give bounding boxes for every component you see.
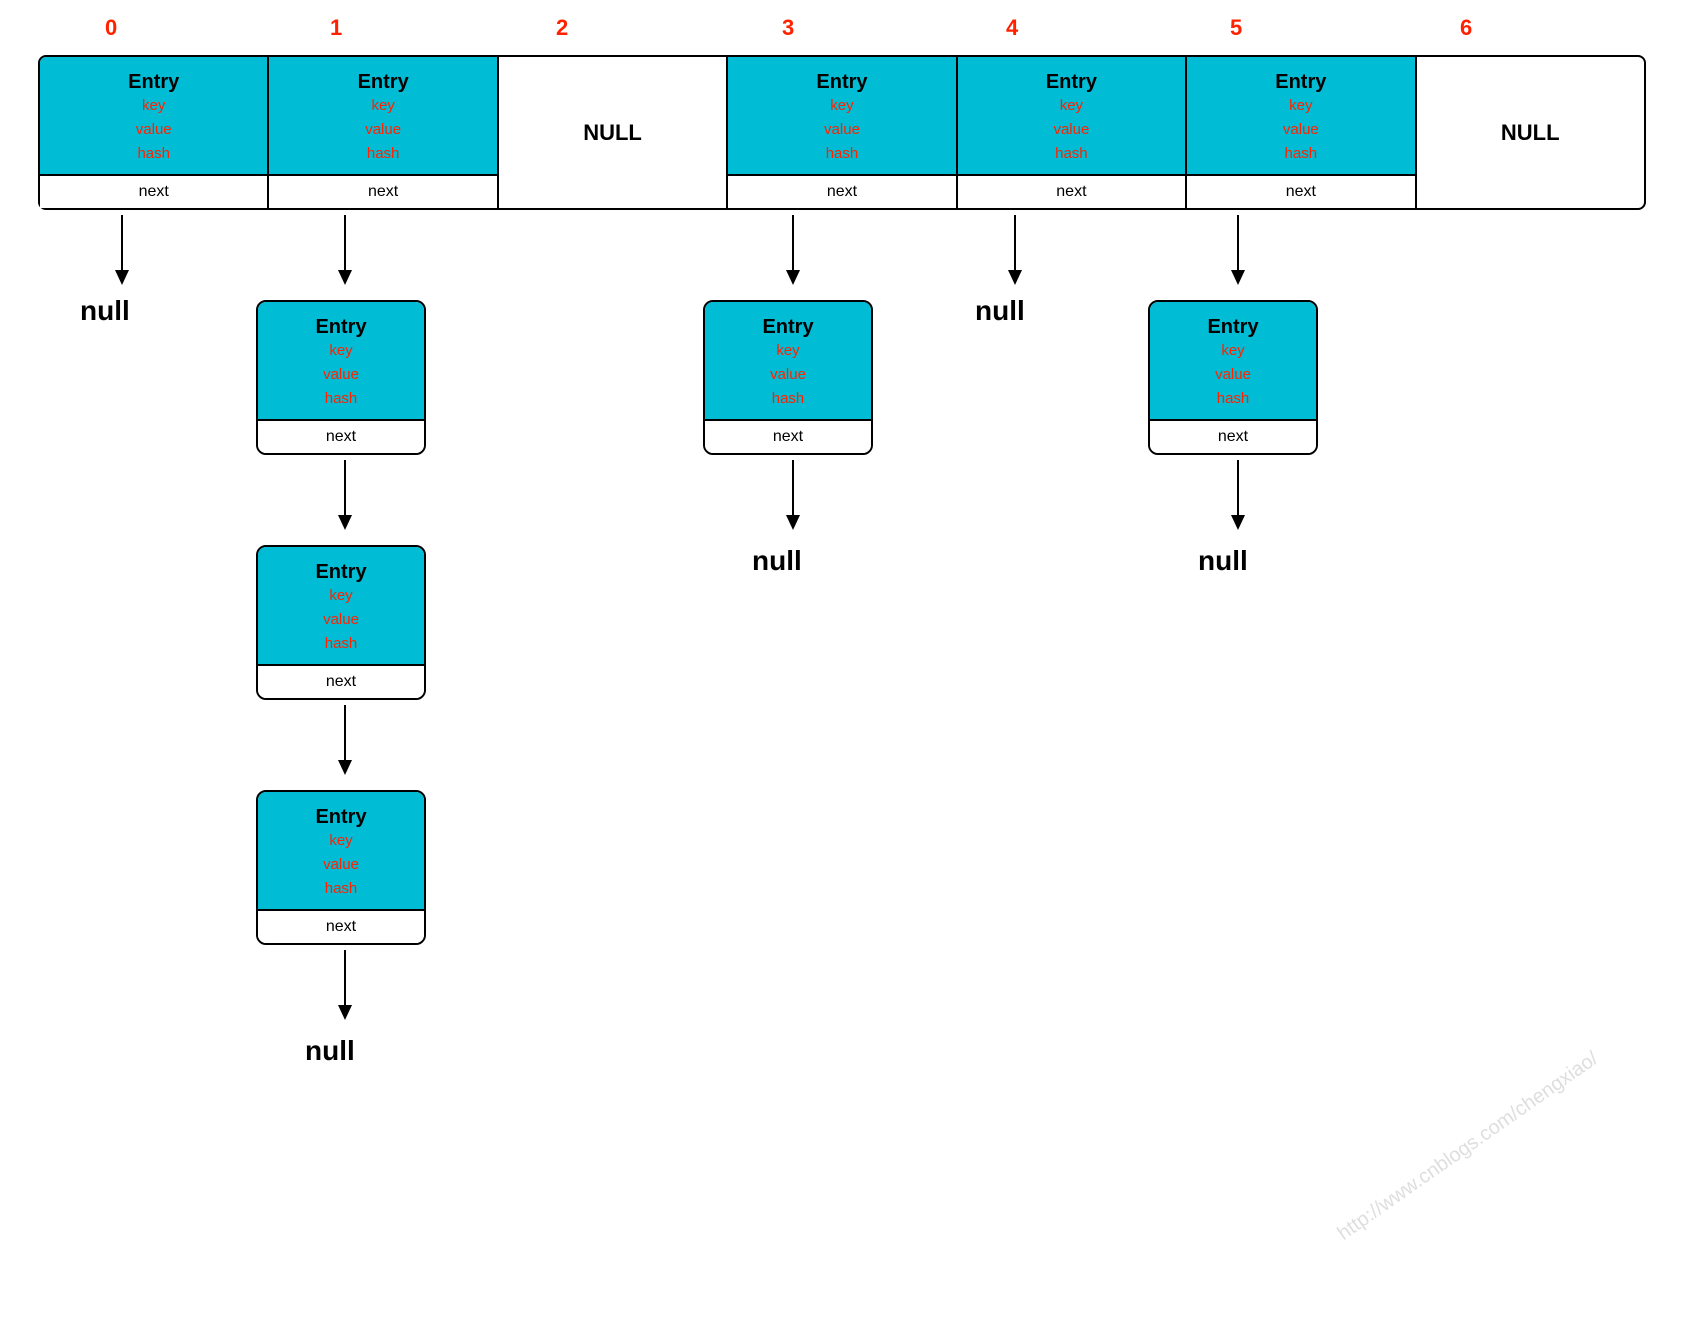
cell-2-null: NULL bbox=[583, 120, 642, 146]
null-col0: null bbox=[80, 295, 130, 327]
chain-3-entry-1: Entry keyvaluehash next bbox=[703, 300, 873, 455]
index-6: 6 bbox=[1460, 15, 1472, 41]
array-container: Entry keyvaluehash next Entry keyvalueha… bbox=[38, 55, 1646, 210]
chain-1-entry-2: Entry keyvaluehash next bbox=[256, 545, 426, 700]
cell-3-title: Entry bbox=[733, 71, 950, 94]
cell-5-fields: keyvaluehash bbox=[1192, 94, 1409, 166]
cell-4-fields: keyvaluehash bbox=[963, 94, 1180, 166]
cell-1-fields: keyvaluehash bbox=[274, 94, 491, 166]
array-cell-0: Entry keyvaluehash next bbox=[40, 57, 269, 208]
cell-0-next: next bbox=[40, 174, 267, 208]
cell-6-null: NULL bbox=[1501, 120, 1560, 146]
cell-4-next: next bbox=[958, 174, 1185, 208]
cell-1-title: Entry bbox=[274, 71, 491, 94]
arrow-col4 bbox=[1005, 215, 1025, 295]
array-cell-5: Entry keyvaluehash next bbox=[1187, 57, 1416, 208]
array-cell-4: Entry keyvaluehash next bbox=[958, 57, 1187, 208]
arrow-col1-2 bbox=[335, 705, 355, 785]
arrow-col1-3 bbox=[335, 950, 355, 1030]
arrow-col1-0 bbox=[335, 215, 355, 295]
array-cell-1: Entry keyvaluehash next bbox=[269, 57, 498, 208]
array-cell-6: NULL bbox=[1417, 57, 1644, 208]
cell-3-fields: keyvaluehash bbox=[733, 94, 950, 166]
null-col4: null bbox=[975, 295, 1025, 327]
index-5: 5 bbox=[1230, 15, 1242, 41]
cell-4-title: Entry bbox=[963, 71, 1180, 94]
chain-1-entry-1: Entry keyvaluehash next bbox=[256, 300, 426, 455]
array-cell-3: Entry keyvaluehash next bbox=[728, 57, 957, 208]
chain-1-entry-3: Entry keyvaluehash next bbox=[256, 790, 426, 945]
array-cell-2: NULL bbox=[499, 57, 728, 208]
cell-3-next: next bbox=[728, 174, 955, 208]
cell-5-next: next bbox=[1187, 174, 1414, 208]
arrow-col3-1 bbox=[783, 460, 803, 540]
index-3: 3 bbox=[782, 15, 794, 41]
arrow-col5-1 bbox=[1228, 460, 1248, 540]
cell-0-fields: keyvaluehash bbox=[45, 94, 262, 166]
null-col1: null bbox=[305, 1035, 355, 1067]
arrow-col0 bbox=[112, 215, 132, 295]
index-4: 4 bbox=[1006, 15, 1018, 41]
cell-1-next: next bbox=[269, 174, 496, 208]
arrow-col1-1 bbox=[335, 460, 355, 540]
null-col3: null bbox=[752, 545, 802, 577]
index-2: 2 bbox=[556, 15, 568, 41]
arrow-col3-0 bbox=[783, 215, 803, 295]
chain-5-entry-1: Entry keyvaluehash next bbox=[1148, 300, 1318, 455]
cell-5-title: Entry bbox=[1192, 71, 1409, 94]
null-col5: null bbox=[1198, 545, 1248, 577]
cell-0-title: Entry bbox=[45, 71, 262, 94]
arrow-col5-0 bbox=[1228, 215, 1248, 295]
index-1: 1 bbox=[330, 15, 342, 41]
index-0: 0 bbox=[105, 15, 117, 41]
watermark: http://www.cnblogs.com/chengxiao/ bbox=[1333, 1047, 1602, 1245]
